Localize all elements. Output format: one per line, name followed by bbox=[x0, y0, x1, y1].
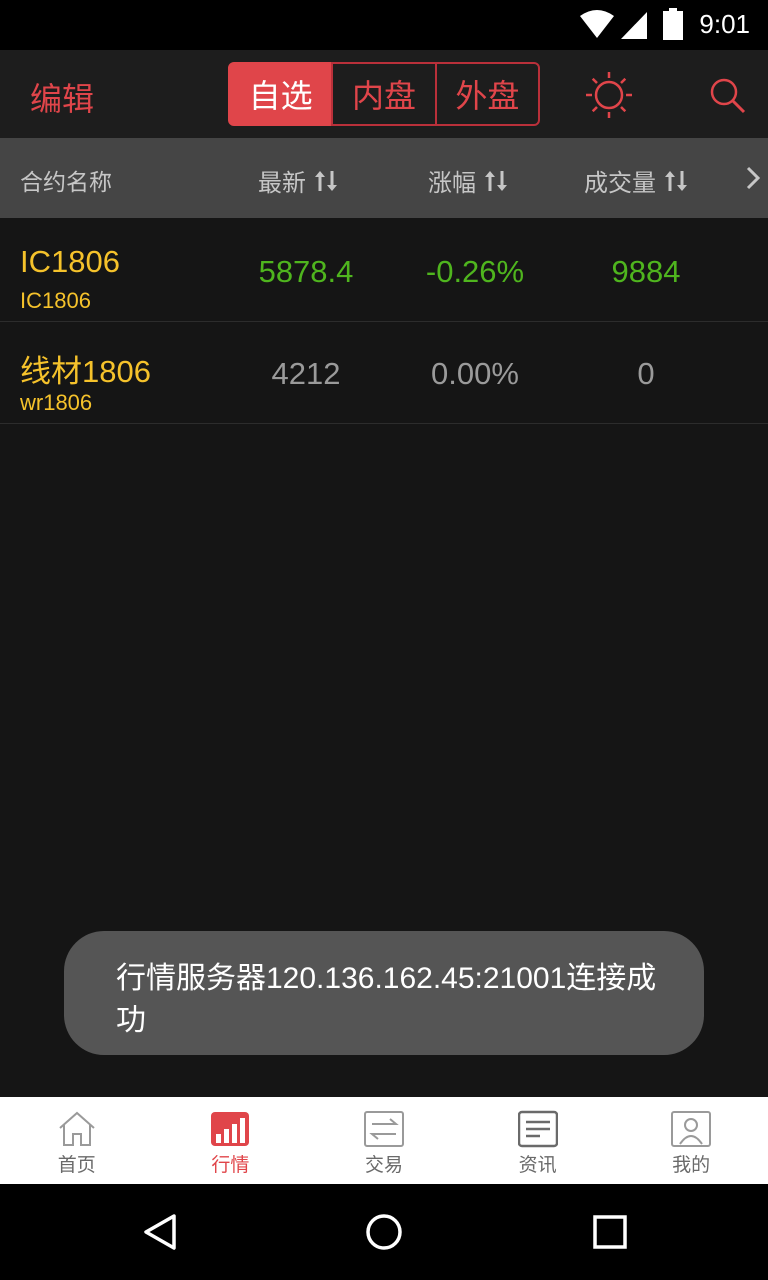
bottom-tab-bar: 首页 行情 交易 资讯 我的 bbox=[0, 1097, 768, 1184]
table-row[interactable]: 线材1806 wr1806 4212 0.00% 0 bbox=[0, 322, 768, 424]
table-header: 合约名称 最新 涨幅 成交量 bbox=[0, 138, 768, 218]
volume: 9884 bbox=[611, 254, 681, 289]
tab-label: 资讯 bbox=[518, 1154, 557, 1176]
edit-button[interactable]: 编辑 bbox=[30, 74, 94, 120]
tab-home[interactable]: 首页 bbox=[0, 1097, 154, 1184]
home-icon bbox=[59, 1111, 95, 1146]
tab-foreign[interactable]: 外盘 bbox=[434, 62, 540, 126]
battery-icon bbox=[663, 8, 683, 40]
price-change: 0.00% bbox=[431, 356, 519, 391]
price-change: -0.26% bbox=[425, 254, 525, 289]
search-icon[interactable] bbox=[708, 76, 748, 116]
toast-message: 行情服务器120.136.162.45:21001连接成功 bbox=[64, 931, 704, 1055]
table-row[interactable]: IC1806 IC1806 5878.4 -0.26% 9884 bbox=[0, 220, 768, 322]
header-volume[interactable]: 成交量 bbox=[584, 163, 688, 198]
profile-icon bbox=[671, 1111, 712, 1147]
chevron-right-icon[interactable] bbox=[744, 162, 764, 194]
volume: 0 bbox=[637, 356, 655, 391]
status-time: 9:01 bbox=[699, 9, 750, 39]
contract-code: wr1806 bbox=[20, 390, 93, 415]
contract-name: IC1806 bbox=[20, 244, 120, 279]
wifi-icon bbox=[580, 10, 614, 38]
home-nav-icon[interactable] bbox=[364, 1212, 404, 1252]
sun-icon[interactable] bbox=[584, 70, 634, 120]
tab-news[interactable]: 资讯 bbox=[461, 1097, 615, 1184]
market-segment-control: 自选 内盘 外盘 bbox=[228, 62, 540, 126]
tab-label: 行情 bbox=[211, 1154, 250, 1176]
recents-icon[interactable] bbox=[590, 1212, 630, 1252]
chart-bars-icon bbox=[211, 1112, 250, 1146]
news-icon bbox=[517, 1110, 558, 1148]
tab-profile[interactable]: 我的 bbox=[614, 1097, 768, 1184]
tab-market[interactable]: 行情 bbox=[154, 1097, 308, 1184]
tab-label: 我的 bbox=[672, 1154, 711, 1176]
sort-icon bbox=[665, 170, 687, 191]
system-nav-bar bbox=[0, 1184, 768, 1280]
sort-icon bbox=[315, 170, 337, 191]
back-icon[interactable] bbox=[140, 1212, 180, 1252]
header-change[interactable]: 涨幅 bbox=[428, 163, 508, 198]
tab-trade[interactable]: 交易 bbox=[307, 1097, 461, 1184]
tab-watchlist[interactable]: 自选 bbox=[228, 62, 334, 126]
contract-code: IC1806 bbox=[20, 288, 91, 313]
contract-name: 线材1806 bbox=[20, 354, 151, 389]
top-bar: 编辑 自选 内盘 外盘 bbox=[0, 50, 768, 138]
header-latest[interactable]: 最新 bbox=[258, 163, 338, 198]
status-bar: 9:01 bbox=[0, 0, 768, 50]
tab-domestic[interactable]: 内盘 bbox=[331, 62, 437, 126]
tab-label: 首页 bbox=[57, 1154, 96, 1176]
sort-icon bbox=[485, 170, 507, 191]
header-contract-name: 合约名称 bbox=[20, 170, 112, 196]
exchange-icon bbox=[363, 1111, 404, 1147]
signal-icon bbox=[621, 12, 647, 39]
tab-label: 交易 bbox=[364, 1154, 403, 1176]
